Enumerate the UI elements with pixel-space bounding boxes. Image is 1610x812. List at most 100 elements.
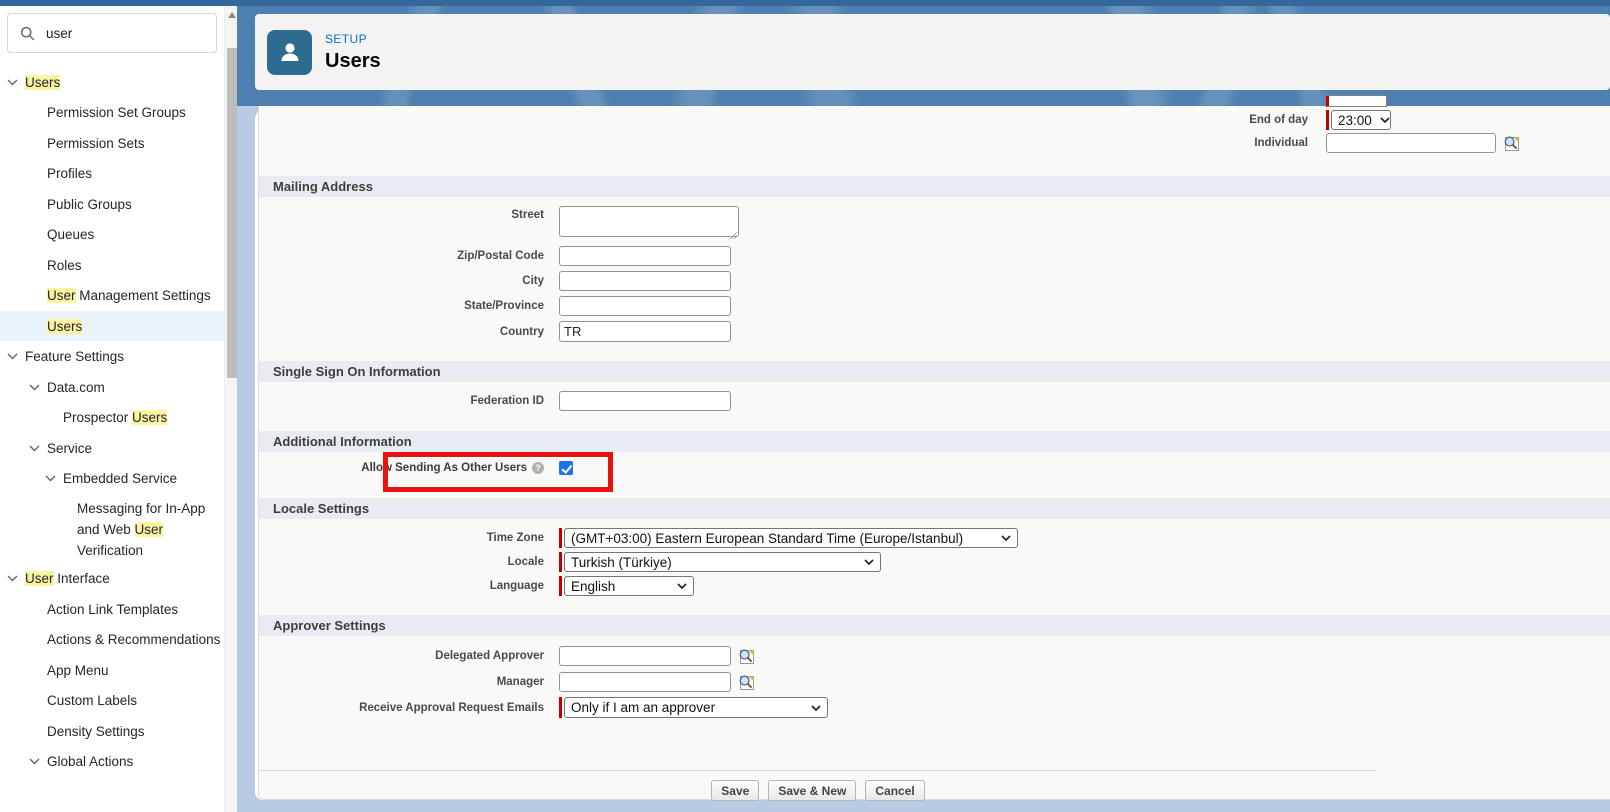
- sidebar-item-users-group[interactable]: Users: [0, 67, 224, 97]
- allow-sending-label: Allow Sending As Other Users: [259, 462, 544, 474]
- sidebar-scrollbar[interactable]: [224, 6, 237, 812]
- time-zone-select[interactable]: (GMT+03:00) Eastern European Standard Ti…: [564, 528, 1018, 548]
- cutoff-select[interactable]: [1325, 95, 1387, 107]
- time-zone-row: Time Zone (GMT+03:00) Eastern European S…: [259, 528, 1610, 548]
- sidebar-item-embedded-service[interactable]: Embedded Service: [0, 464, 224, 494]
- language-row: Language English: [259, 576, 1610, 596]
- search-input[interactable]: [44, 25, 225, 42]
- language-label: Language: [259, 580, 544, 592]
- chevron-down-icon: [1380, 117, 1390, 123]
- sidebar-item-datacom[interactable]: Data.com: [0, 372, 224, 402]
- sidebar-item-permission-set-groups[interactable]: Permission Set Groups: [0, 98, 224, 128]
- allow-sending-checkbox[interactable]: [559, 461, 573, 475]
- chevron-down-icon: [7, 353, 18, 360]
- sidebar-item-actions-recommendations[interactable]: Actions & Recommendations: [0, 625, 224, 655]
- page-title: Users: [325, 50, 381, 73]
- sidebar-item-feature-settings[interactable]: Feature Settings: [0, 342, 224, 372]
- sidebar-item-custom-labels[interactable]: Custom Labels: [0, 686, 224, 716]
- chevron-down-icon: [29, 445, 40, 452]
- delegated-approver-input[interactable]: [559, 646, 731, 666]
- required-bar: [559, 697, 562, 718]
- section-additional-info: Additional Information: [259, 431, 1610, 452]
- user-edit-form: Mailing Address Street Zip/Postal Code C…: [259, 106, 1610, 801]
- delegated-approver-label: Delegated Approver: [259, 650, 544, 662]
- time-zone-label: Time Zone: [259, 532, 544, 544]
- sidebar-item-public-groups[interactable]: Public Groups: [0, 189, 224, 219]
- section-locale-settings: Locale Settings: [259, 498, 1610, 519]
- setup-eyebrow: SETUP: [325, 32, 381, 46]
- manager-row: Manager: [259, 672, 1610, 692]
- save-button[interactable]: Save: [711, 780, 759, 801]
- chevron-down-icon: [7, 79, 18, 86]
- sidebar-item-prospector-users[interactable]: Prospector Users: [0, 403, 224, 433]
- manager-input[interactable]: [559, 672, 731, 692]
- chevron-down-icon: [29, 384, 40, 391]
- sidebar-item-permission-sets[interactable]: Permission Sets: [0, 128, 224, 158]
- state-label: State/Province: [259, 300, 544, 312]
- city-label: City: [259, 275, 544, 287]
- required-bar: [559, 552, 562, 572]
- state-input[interactable]: [559, 296, 731, 316]
- country-input[interactable]: [559, 321, 731, 342]
- setup-tree: Users Permission Set Groups Permission S…: [0, 67, 224, 777]
- sidebar-item-roles[interactable]: Roles: [0, 250, 224, 280]
- save-and-new-button[interactable]: Save & New: [768, 780, 856, 801]
- sidebar-item-app-menu[interactable]: App Menu: [0, 655, 224, 685]
- end-of-day-select[interactable]: 23:00: [1331, 110, 1391, 130]
- country-label: Country: [259, 326, 544, 338]
- sidebar-item-user-management-settings[interactable]: User Management Settings: [0, 281, 224, 311]
- individual-label: Individual: [1093, 137, 1308, 149]
- section-sso: Single Sign On Information: [259, 361, 1610, 382]
- federation-id-input[interactable]: [559, 391, 731, 411]
- scroll-up-icon[interactable]: [228, 12, 236, 18]
- help-icon[interactable]: [532, 462, 544, 474]
- lookup-icon[interactable]: [737, 647, 756, 666]
- sidebar-item-profiles[interactable]: Profiles: [0, 159, 224, 189]
- delegated-approver-row: Delegated Approver: [259, 646, 1610, 666]
- zip-row: Zip/Postal Code: [259, 246, 1610, 266]
- lookup-icon[interactable]: [737, 673, 756, 692]
- receive-approval-row: Receive Approval Request Emails Only if …: [259, 697, 1610, 718]
- receive-approval-select[interactable]: Only if I am an approver: [564, 697, 828, 718]
- sidebar-item-density-settings[interactable]: Density Settings: [0, 716, 224, 746]
- required-bar: [559, 528, 562, 548]
- country-row: Country: [259, 321, 1610, 342]
- cancel-button[interactable]: Cancel: [865, 780, 924, 801]
- page-header: SETUP Users: [255, 14, 1610, 90]
- sidebar-search[interactable]: [7, 13, 217, 53]
- button-bar: Save Save & New Cancel: [259, 770, 1377, 801]
- required-bar: [1326, 110, 1329, 130]
- user-icon: [267, 30, 312, 75]
- chevron-down-icon: [7, 575, 18, 582]
- sidebar-item-users[interactable]: Users: [0, 311, 224, 341]
- top-edge-strip: [0, 0, 1610, 6]
- section-approver-settings: Approver Settings: [259, 615, 1610, 636]
- chevron-down-icon: [811, 705, 821, 711]
- allow-sending-row: Allow Sending As Other Users: [259, 460, 1610, 476]
- street-textarea[interactable]: [559, 206, 739, 237]
- main-region: SETUP Users End of day 23:00 Individual: [237, 0, 1610, 812]
- sidebar-item-global-actions[interactable]: Global Actions: [0, 747, 224, 777]
- sidebar-item-action-link-templates[interactable]: Action Link Templates: [0, 594, 224, 624]
- search-icon: [20, 26, 35, 41]
- locale-label: Locale: [259, 556, 544, 568]
- scrollbar-thumb[interactable]: [227, 48, 237, 378]
- section-mailing-address: Mailing Address: [259, 176, 1610, 197]
- sidebar-item-user-interface[interactable]: User Interface: [0, 564, 224, 594]
- sidebar-item-service[interactable]: Service: [0, 433, 224, 463]
- locale-select[interactable]: Turkish (Türkiye): [564, 552, 881, 572]
- end-of-day-label: End of day: [1093, 114, 1308, 126]
- street-label: Street: [259, 206, 544, 221]
- sidebar-item-queues[interactable]: Queues: [0, 220, 224, 250]
- receive-approval-label: Receive Approval Request Emails: [259, 702, 544, 714]
- sidebar-item-messaging-user-verification[interactable]: Messaging for In-App and Web User Verifi…: [0, 494, 224, 563]
- required-bar: [1326, 96, 1329, 106]
- language-select[interactable]: English: [564, 576, 694, 596]
- lookup-icon[interactable]: [1502, 134, 1521, 153]
- city-input[interactable]: [559, 271, 731, 291]
- street-row: Street: [259, 206, 1610, 242]
- city-row: City: [259, 271, 1610, 291]
- individual-input[interactable]: [1326, 133, 1496, 153]
- state-row: State/Province: [259, 296, 1610, 316]
- zip-input[interactable]: [559, 246, 731, 266]
